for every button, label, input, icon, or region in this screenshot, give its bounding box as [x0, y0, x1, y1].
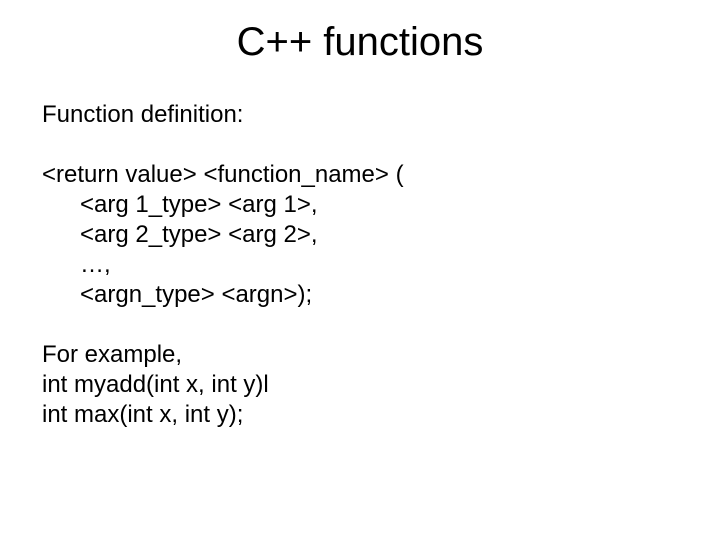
syntax-line-2: <arg 1_type> <arg 1>,: [42, 190, 720, 220]
syntax-block: <return value> <function_name> ( <arg 1_…: [42, 160, 720, 310]
example-block: For example, int myadd(int x, int y)l in…: [42, 340, 720, 430]
syntax-line-4: …,: [42, 250, 720, 280]
slide-content: Function definition: <return value> <fun…: [0, 100, 720, 430]
syntax-line-3: <arg 2_type> <arg 2>,: [42, 220, 720, 250]
slide-title: C++ functions: [0, 20, 720, 65]
example-line-3: int max(int x, int y);: [42, 400, 720, 430]
syntax-line-5: <argn_type> <argn>);: [42, 280, 720, 310]
example-line-1: For example,: [42, 340, 720, 370]
example-line-2: int myadd(int x, int y)l: [42, 370, 720, 400]
syntax-line-1: <return value> <function_name> (: [42, 160, 720, 190]
section-heading: Function definition:: [42, 100, 720, 130]
